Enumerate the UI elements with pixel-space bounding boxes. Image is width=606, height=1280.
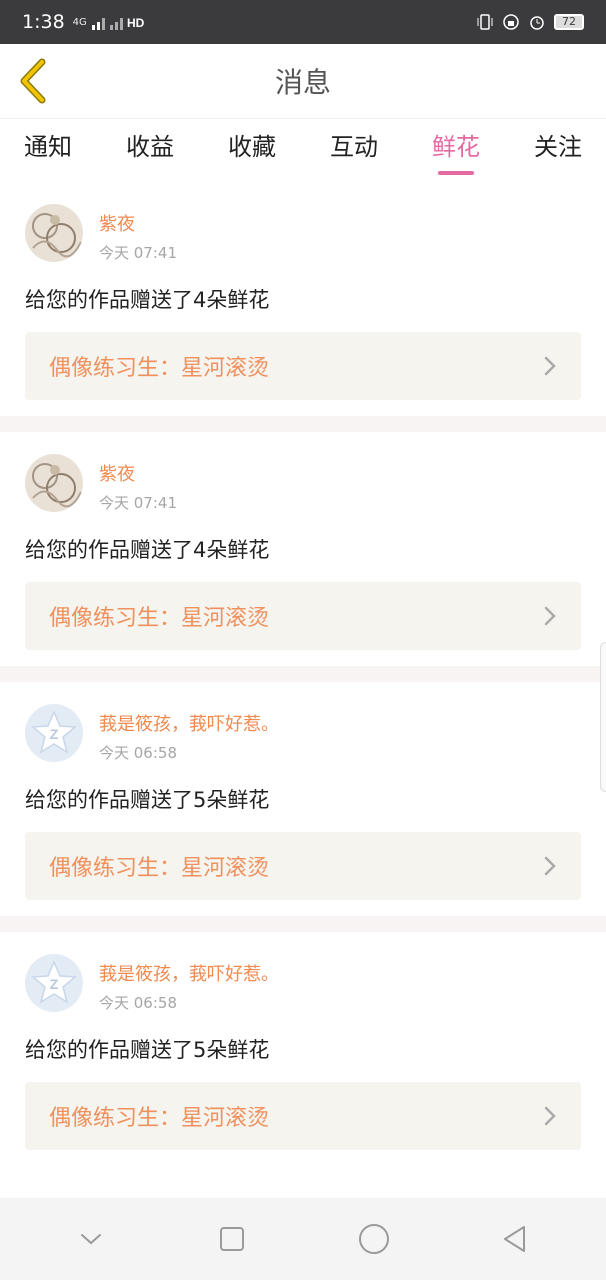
work-title: 偶像练习生：星河滚烫 bbox=[49, 606, 270, 631]
work-title: 偶像练习生：星河滚烫 bbox=[49, 856, 270, 881]
signal-icon-2 bbox=[109, 18, 123, 30]
message-text: 给您的作品赠送了4朵鲜花 bbox=[25, 288, 270, 312]
vibrate-icon bbox=[477, 14, 493, 30]
svg-text:Z: Z bbox=[50, 726, 59, 742]
status-time: 1:38 bbox=[22, 11, 65, 33]
signal-icon bbox=[91, 18, 105, 30]
avatar[interactable] bbox=[25, 204, 83, 262]
tab-bar: 通知 收益 收藏 互动 鲜花 关注 bbox=[0, 118, 606, 182]
message-text: 给您的作品赠送了4朵鲜花 bbox=[25, 538, 270, 562]
user-name[interactable]: 紫夜 bbox=[99, 460, 177, 486]
battery-icon: 72 bbox=[554, 14, 584, 30]
back-arrow-icon[interactable] bbox=[14, 58, 54, 104]
svg-text:HD: HD bbox=[127, 16, 145, 30]
chevron-right-icon bbox=[544, 856, 556, 876]
tab-flowers[interactable]: 鲜花 bbox=[432, 119, 480, 183]
message-list: 紫夜 今天 07:41 给您的作品赠送了4朵鲜花 偶像练习生：星河滚烫 紫夜 今… bbox=[0, 182, 606, 1166]
page-title: 消息 bbox=[274, 66, 331, 99]
message-text: 给您的作品赠送了5朵鲜花 bbox=[25, 1038, 270, 1062]
lock-icon bbox=[503, 14, 519, 30]
message-header: Z 莪是筱孩，莪吓好惹。 今天 06:58 bbox=[25, 954, 581, 1016]
work-link[interactable]: 偶像练习生：星河滚烫 bbox=[25, 832, 581, 900]
network-label: 4G bbox=[72, 16, 87, 28]
avatar[interactable]: Z bbox=[25, 704, 83, 762]
user-meta: 莪是筱孩，莪吓好惹。 今天 06:58 bbox=[99, 954, 279, 1013]
message-time: 今天 06:58 bbox=[99, 994, 177, 1012]
message-time: 今天 07:41 bbox=[99, 244, 177, 262]
user-name[interactable]: 莪是筱孩，莪吓好惹。 bbox=[99, 710, 279, 736]
tab-interactions[interactable]: 互动 bbox=[330, 119, 378, 183]
message-text: 给您的作品赠送了5朵鲜花 bbox=[25, 788, 270, 812]
chevron-down-icon[interactable] bbox=[71, 1219, 111, 1259]
scroll-handle[interactable] bbox=[600, 642, 606, 792]
system-nav-bar bbox=[0, 1198, 606, 1280]
status-bar: 1:38 4G HD 72 bbox=[0, 0, 606, 44]
chevron-right-icon bbox=[544, 606, 556, 626]
message-card: Z 莪是筱孩，莪吓好惹。 今天 06:58 给您的作品赠送了5朵鲜花 偶像练习生… bbox=[0, 682, 606, 916]
message-header: 紫夜 今天 07:41 bbox=[25, 454, 581, 516]
work-link[interactable]: 偶像练习生：星河滚烫 bbox=[25, 1082, 581, 1150]
chevron-right-icon bbox=[544, 356, 556, 376]
user-meta: 紫夜 今天 07:41 bbox=[99, 454, 177, 513]
status-right: 72 bbox=[476, 13, 584, 31]
message-card: 紫夜 今天 07:41 给您的作品赠送了4朵鲜花 偶像练习生：星河滚烫 bbox=[0, 432, 606, 666]
tab-follows[interactable]: 关注 bbox=[534, 119, 582, 183]
header: 消息 bbox=[0, 44, 606, 118]
chevron-right-icon bbox=[544, 1106, 556, 1126]
user-name[interactable]: 莪是筱孩，莪吓好惹。 bbox=[99, 960, 279, 986]
work-link[interactable]: 偶像练习生：星河滚烫 bbox=[25, 582, 581, 650]
tab-earnings[interactable]: 收益 bbox=[126, 119, 174, 183]
message-card: Z 莪是筱孩，莪吓好惹。 今天 06:58 给您的作品赠送了5朵鲜花 偶像练习生… bbox=[0, 932, 606, 1166]
message-card: 紫夜 今天 07:41 给您的作品赠送了4朵鲜花 偶像练习生：星河滚烫 bbox=[0, 182, 606, 416]
alarm-icon bbox=[530, 16, 544, 30]
tab-notifications[interactable]: 通知 bbox=[24, 119, 72, 183]
work-link[interactable]: 偶像练习生：星河滚烫 bbox=[25, 332, 581, 400]
avatar[interactable]: Z bbox=[25, 954, 83, 1012]
message-header: Z 莪是筱孩，莪吓好惹。 今天 06:58 bbox=[25, 704, 581, 766]
avatar[interactable] bbox=[25, 454, 83, 512]
hd-icon: HD bbox=[127, 16, 145, 30]
work-title: 偶像练习生：星河滚烫 bbox=[49, 1106, 270, 1131]
message-time: 今天 06:58 bbox=[99, 744, 177, 762]
svg-text:Z: Z bbox=[50, 976, 59, 992]
user-name[interactable]: 紫夜 bbox=[99, 210, 177, 236]
message-header: 紫夜 今天 07:41 bbox=[25, 204, 581, 266]
user-meta: 莪是筱孩，莪吓好惹。 今天 06:58 bbox=[99, 704, 279, 763]
circle-icon[interactable] bbox=[354, 1219, 394, 1259]
work-title: 偶像练习生：星河滚烫 bbox=[49, 356, 270, 381]
triangle-back-icon[interactable] bbox=[495, 1219, 535, 1259]
tab-favorites[interactable]: 收藏 bbox=[228, 119, 276, 183]
message-time: 今天 07:41 bbox=[99, 494, 177, 512]
user-meta: 紫夜 今天 07:41 bbox=[99, 204, 177, 263]
square-icon[interactable] bbox=[212, 1219, 252, 1259]
